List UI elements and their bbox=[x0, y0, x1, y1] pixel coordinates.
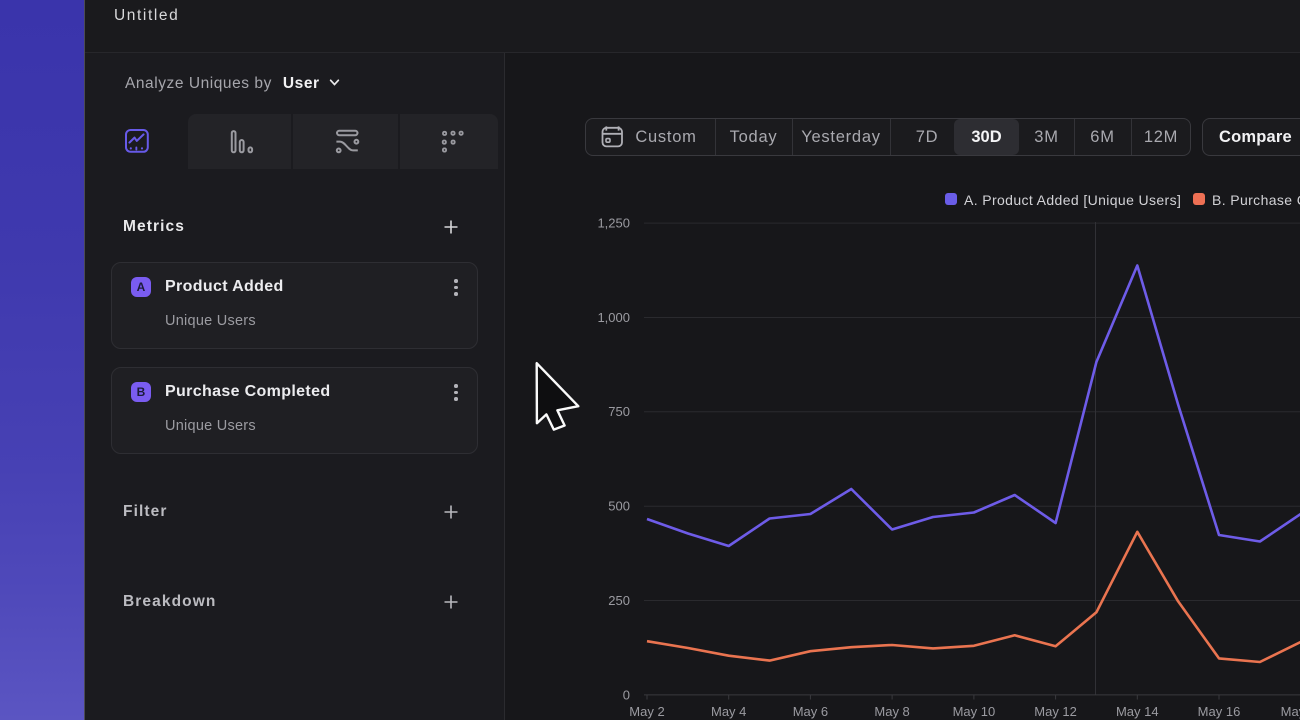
svg-text:May 14: May 14 bbox=[1116, 704, 1159, 719]
svg-text:500: 500 bbox=[608, 499, 630, 514]
svg-text:May 6: May 6 bbox=[793, 704, 828, 719]
svg-text:250: 250 bbox=[608, 593, 630, 608]
svg-text:0: 0 bbox=[623, 687, 630, 702]
svg-text:1,000: 1,000 bbox=[597, 310, 630, 325]
svg-text:May 2: May 2 bbox=[629, 704, 664, 719]
svg-text:May 4: May 4 bbox=[711, 704, 746, 719]
svg-text:May 18: May 18 bbox=[1281, 704, 1300, 719]
svg-text:May 10: May 10 bbox=[953, 704, 996, 719]
svg-text:1,250: 1,250 bbox=[597, 216, 630, 231]
svg-text:May 16: May 16 bbox=[1198, 704, 1241, 719]
svg-text:750: 750 bbox=[608, 404, 630, 419]
svg-text:May 8: May 8 bbox=[874, 704, 909, 719]
svg-text:May 12: May 12 bbox=[1034, 704, 1077, 719]
